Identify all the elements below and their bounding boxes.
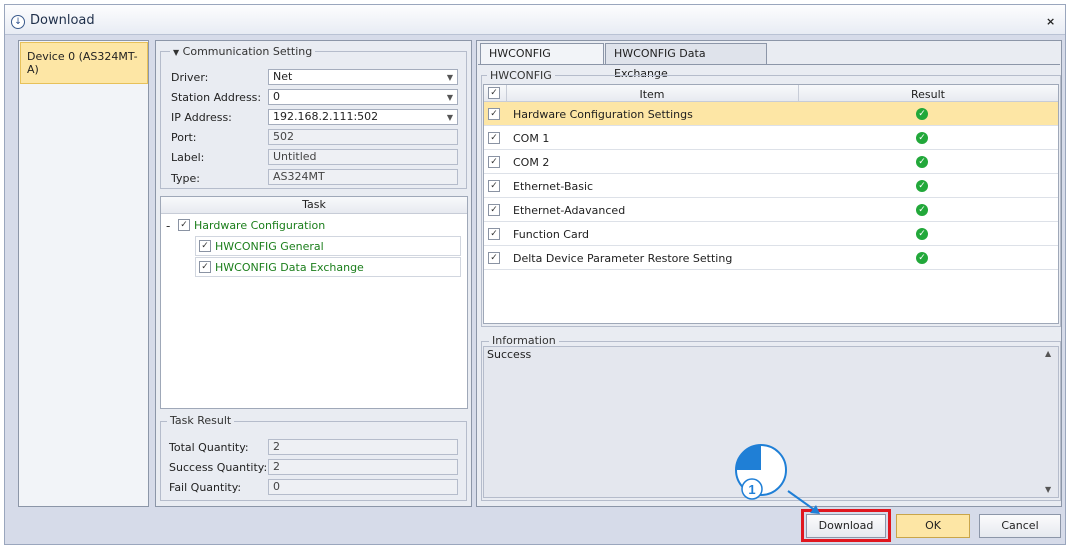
table-row[interactable]: ✓ Delta Device Parameter Restore Setting… — [484, 246, 1058, 270]
row-item: Ethernet-Adavanced — [513, 204, 626, 217]
check-circle-icon: ✓ — [916, 204, 928, 216]
row-item: Function Card — [513, 228, 590, 241]
scroll-up-icon[interactable]: ▲ — [1045, 349, 1051, 358]
label-field: Untitled — [268, 149, 458, 165]
row-item: Hardware Configuration Settings — [513, 108, 693, 121]
task-checkbox[interactable]: ✓ — [199, 240, 211, 252]
port-field: 502 — [268, 129, 458, 145]
tab-hwconfig-general[interactable]: HWCONFIG General — [480, 43, 604, 80]
total-quantity-field: 2 — [268, 439, 458, 455]
check-circle-icon: ✓ — [916, 132, 928, 144]
task-header: Task — [161, 197, 467, 214]
table-row[interactable]: ✓ Function Card ✓ — [484, 222, 1058, 246]
table-row[interactable]: ✓ Ethernet-Adavanced ✓ — [484, 198, 1058, 222]
check-circle-icon: ✓ — [916, 252, 928, 264]
table-row[interactable]: ✓ COM 2 ✓ — [484, 150, 1058, 174]
result-column-header: Result — [911, 88, 945, 101]
row-item: Ethernet-Basic — [513, 180, 594, 193]
title-bar — [5, 5, 1065, 35]
row-checkbox[interactable]: ✓ — [488, 180, 500, 192]
type-label: Type: — [171, 172, 200, 185]
total-quantity-label: Total Quantity: — [169, 441, 249, 454]
task-result-legend: Task Result — [167, 414, 235, 427]
annotation-pie-quadrant — [736, 445, 761, 470]
tab-hwconfig-data-exchange[interactable]: HWCONFIG Data Exchange — [605, 43, 767, 80]
communication-setting-legend: ▼ Communication Setting — [170, 45, 316, 58]
chevron-down-icon: ▼ — [446, 113, 453, 122]
driver-select[interactable]: Net ▼ — [268, 69, 458, 85]
table-row[interactable]: ✓ COM 1 ✓ — [484, 126, 1058, 150]
row-checkbox[interactable]: ✓ — [488, 156, 500, 168]
driver-label: Driver: — [171, 71, 209, 84]
ok-button[interactable]: OK — [896, 514, 970, 538]
check-circle-icon: ✓ — [916, 228, 928, 240]
row-checkbox[interactable]: ✓ — [488, 228, 500, 240]
row-checkbox[interactable]: ✓ — [488, 132, 500, 144]
hwconfig-rows: ✓ Hardware Configuration Settings ✓ ✓ CO… — [484, 102, 1058, 270]
row-item: COM 1 — [513, 132, 550, 145]
fail-quantity-field: 0 — [268, 479, 458, 495]
scroll-down-icon[interactable]: ▼ — [1045, 485, 1051, 494]
fail-quantity-label: Fail Quantity: — [169, 481, 242, 494]
row-item: COM 2 — [513, 156, 550, 169]
chevron-down-icon[interactable]: ▼ — [173, 48, 179, 57]
check-circle-icon: ✓ — [916, 108, 928, 120]
information-text: Success — [487, 348, 532, 361]
collapse-toggle[interactable]: - — [166, 219, 170, 233]
row-item: Delta Device Parameter Restore Setting — [513, 252, 733, 265]
row-checkbox[interactable]: ✓ — [488, 108, 500, 120]
task-checkbox[interactable]: ✓ — [199, 261, 211, 273]
row-checkbox[interactable]: ✓ — [488, 252, 500, 264]
download-circle-icon: ↓ — [11, 15, 25, 29]
ip-address-select[interactable]: 192.168.2.111:502 ▼ — [268, 109, 458, 125]
window-title: Download — [30, 13, 95, 28]
select-all-checkbox[interactable]: ✓ — [488, 87, 500, 99]
annotation-arrow-head — [810, 505, 820, 514]
label-label: Label: — [171, 151, 205, 164]
row-checkbox[interactable]: ✓ — [488, 204, 500, 216]
ip-address-label: IP Address: — [171, 111, 232, 124]
success-quantity-label: Success Quantity: — [169, 461, 268, 474]
annotation-number: 1 — [748, 482, 755, 497]
tab-divider — [478, 64, 1060, 65]
chevron-down-icon: ▼ — [446, 93, 453, 102]
item-column-header: Item — [639, 88, 665, 101]
check-circle-icon: ✓ — [916, 180, 928, 192]
annotation-arrow-line — [787, 490, 817, 512]
task-item-hwconfig-general[interactable]: ✓ HWCONFIG General — [195, 236, 461, 256]
annotation-marker: 1 — [735, 444, 820, 514]
success-quantity-field: 2 — [268, 459, 458, 475]
cancel-button[interactable]: Cancel — [979, 514, 1061, 538]
port-label: Port: — [171, 131, 197, 144]
scrollbar[interactable]: ▲ ▼ — [1043, 347, 1057, 497]
task-item-hardware-configuration[interactable]: ✓ Hardware Configuration — [178, 215, 468, 235]
station-address-label: Station Address: — [171, 91, 262, 104]
device-item[interactable]: Device 0 (AS324MT-A) — [20, 42, 148, 84]
close-icon[interactable]: × — [1046, 15, 1055, 28]
check-circle-icon: ✓ — [916, 156, 928, 168]
hwconfig-legend: HWCONFIG — [487, 69, 555, 82]
task-item-hwconfig-data-exchange[interactable]: ✓ HWCONFIG Data Exchange — [195, 257, 461, 277]
chevron-down-icon: ▼ — [446, 73, 453, 82]
type-field: AS324MT — [268, 169, 458, 185]
task-checkbox[interactable]: ✓ — [178, 219, 190, 231]
device-list — [18, 40, 149, 507]
station-address-select[interactable]: 0 ▼ — [268, 89, 458, 105]
table-row[interactable]: ✓ Hardware Configuration Settings ✓ — [484, 102, 1058, 126]
table-row[interactable]: ✓ Ethernet-Basic ✓ — [484, 174, 1058, 198]
